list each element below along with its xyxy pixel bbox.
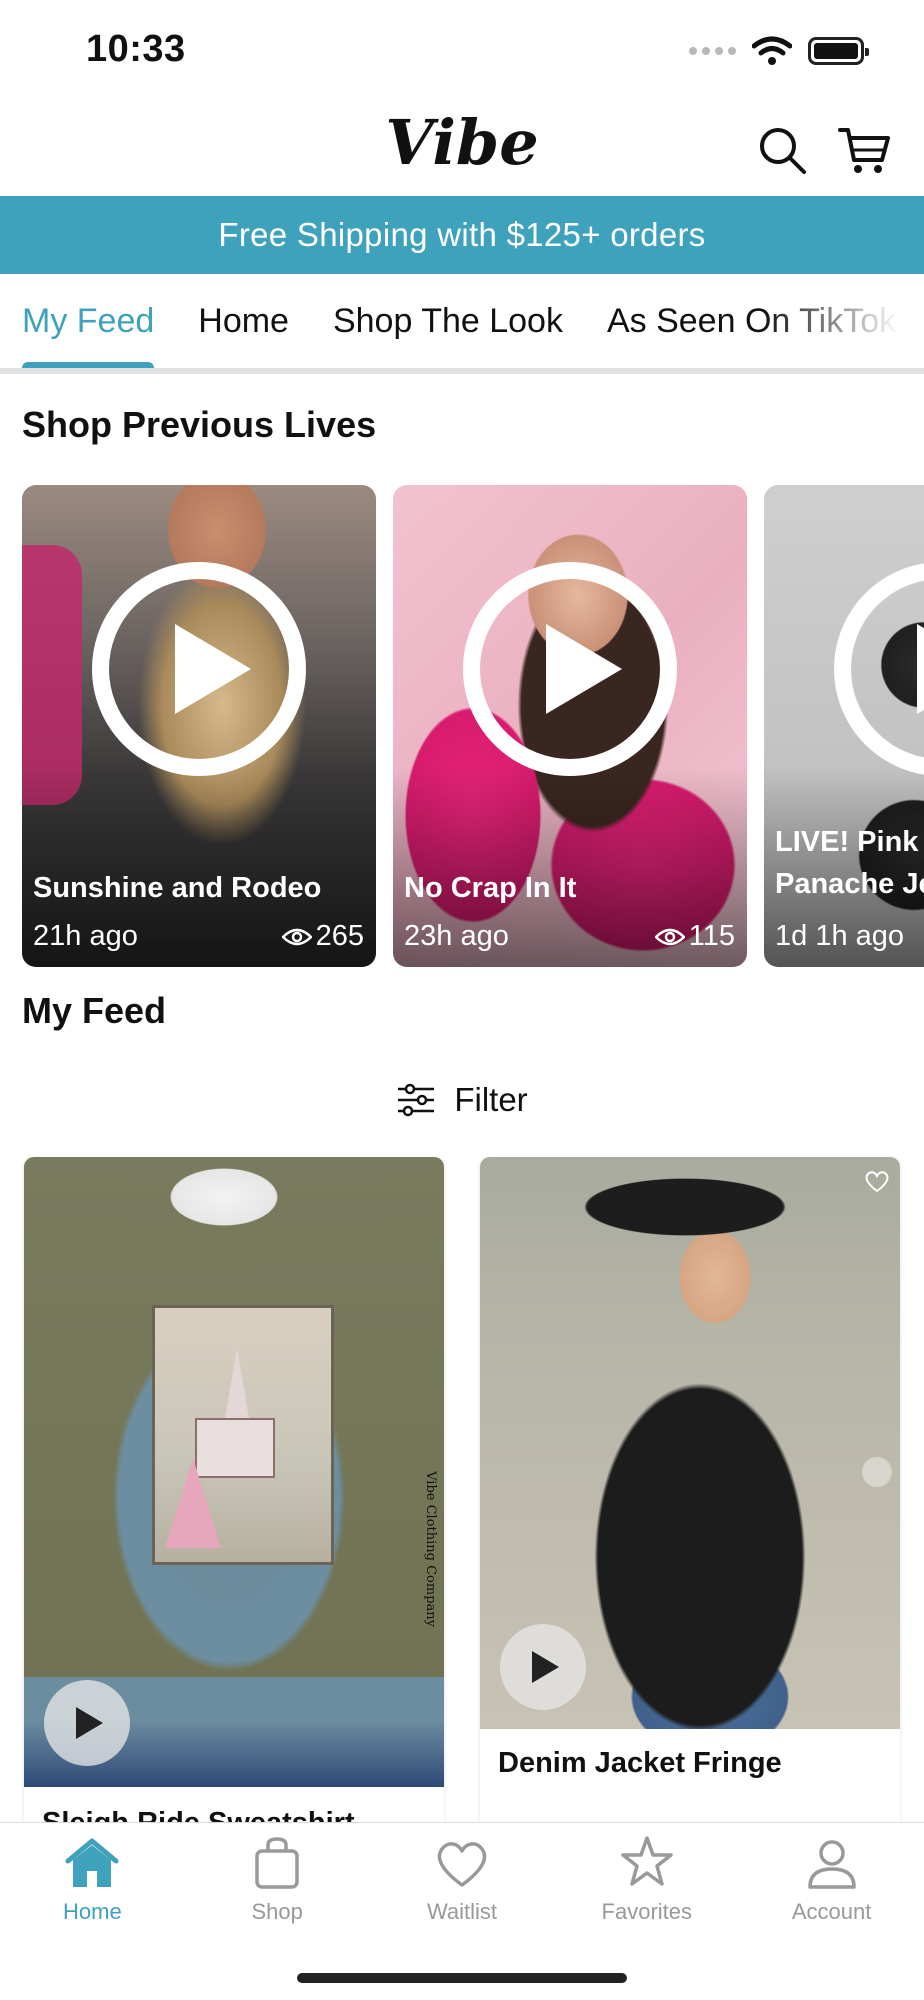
video-play-icon[interactable]: [44, 1680, 130, 1766]
nav-home[interactable]: Home: [17, 1833, 167, 1925]
tabs-fade-overlay: [764, 274, 924, 368]
status-icons: [689, 36, 869, 66]
previous-lives-carousel[interactable]: Sunshine and Rodeo 21h ago 265 No Crap I…: [22, 485, 924, 967]
free-shipping-banner[interactable]: Free Shipping with $125+ orders: [0, 196, 924, 274]
eye-icon: [654, 928, 685, 945]
home-icon: [65, 1838, 119, 1887]
heart-icon: [437, 1842, 487, 1887]
live-time: 21h ago: [33, 920, 138, 952]
live-time: 1d 1h ago: [775, 920, 905, 952]
live-card[interactable]: No Crap In It 23h ago 115: [393, 485, 747, 967]
nav-label: Home: [63, 1899, 122, 1924]
nav-shop[interactable]: Shop: [202, 1833, 352, 1925]
live-thumbnail-detail: [22, 545, 82, 805]
nav-label: Account: [791, 1899, 872, 1924]
live-views: 115: [654, 920, 735, 953]
battery-icon: [808, 37, 869, 65]
tab-shop-the-look[interactable]: Shop The Look: [333, 274, 563, 368]
section-title-previous-lives: Shop Previous Lives: [22, 404, 377, 445]
nav-label: Favorites: [601, 1899, 693, 1924]
view-count: 265: [315, 920, 364, 952]
cart-icon[interactable]: [838, 124, 890, 176]
section-title-my-feed: My Feed: [22, 990, 167, 1031]
view-count: 115: [688, 920, 735, 952]
nav-account[interactable]: Account: [757, 1833, 907, 1925]
live-time: 23h ago: [404, 920, 509, 952]
signal-icon: [689, 47, 736, 55]
sliders-icon: [398, 1083, 435, 1117]
person-icon: [807, 1840, 856, 1889]
bottom-navigation: Home Shop Waitlist Favorites Account: [0, 1822, 924, 2000]
heart-icon[interactable]: [864, 1169, 890, 1193]
nav-label: Shop: [251, 1899, 303, 1924]
sweatshirt-print-image: [152, 1305, 334, 1565]
shopping-bag-icon: [255, 1837, 299, 1889]
live-title: Sunshine and Rodeo: [33, 872, 322, 904]
star-icon: [621, 1836, 673, 1886]
live-card[interactable]: LIVE! Pink Panache Je 1d 1h ago: [764, 485, 924, 967]
tab-my-feed[interactable]: My Feed: [22, 274, 155, 368]
eye-icon: [281, 928, 312, 945]
image-watermark-text: Vibe Clothing Company: [423, 1471, 438, 1627]
status-time: 10:33: [86, 28, 186, 70]
play-icon[interactable]: [92, 562, 306, 776]
live-views: 265: [281, 920, 364, 953]
live-title: No Crap In It: [404, 872, 577, 904]
filter-label: Filter: [454, 1081, 528, 1118]
tab-home[interactable]: Home: [198, 274, 289, 368]
status-bar: 10:33: [0, 0, 924, 100]
wifi-icon: [752, 36, 792, 65]
nav-waitlist[interactable]: Waitlist: [387, 1833, 537, 1925]
play-icon[interactable]: [463, 562, 677, 776]
next-image-icon[interactable]: [862, 1457, 892, 1487]
app-header: Vibe: [0, 100, 924, 196]
video-play-icon[interactable]: [500, 1624, 586, 1710]
product-name[interactable]: Denim Jacket Fringe: [498, 1747, 782, 1780]
product-card[interactable]: Denim Jacket Fringe: [480, 1157, 900, 1837]
category-tabs: My Feed Home Shop The Look As Seen On Ti…: [0, 274, 924, 374]
live-title: LIVE! Pink Panache Je: [775, 826, 924, 900]
nav-favorites[interactable]: Favorites: [572, 1833, 722, 1925]
nav-label: Waitlist: [426, 1899, 498, 1924]
product-card[interactable]: Vibe Clothing Company Sleigh Ride Sweats…: [24, 1157, 444, 1837]
search-icon[interactable]: [756, 124, 808, 176]
home-indicator[interactable]: [297, 1973, 627, 1983]
filter-button[interactable]: Filter: [0, 1070, 924, 1130]
live-card[interactable]: Sunshine and Rodeo 21h ago 265: [22, 485, 376, 967]
